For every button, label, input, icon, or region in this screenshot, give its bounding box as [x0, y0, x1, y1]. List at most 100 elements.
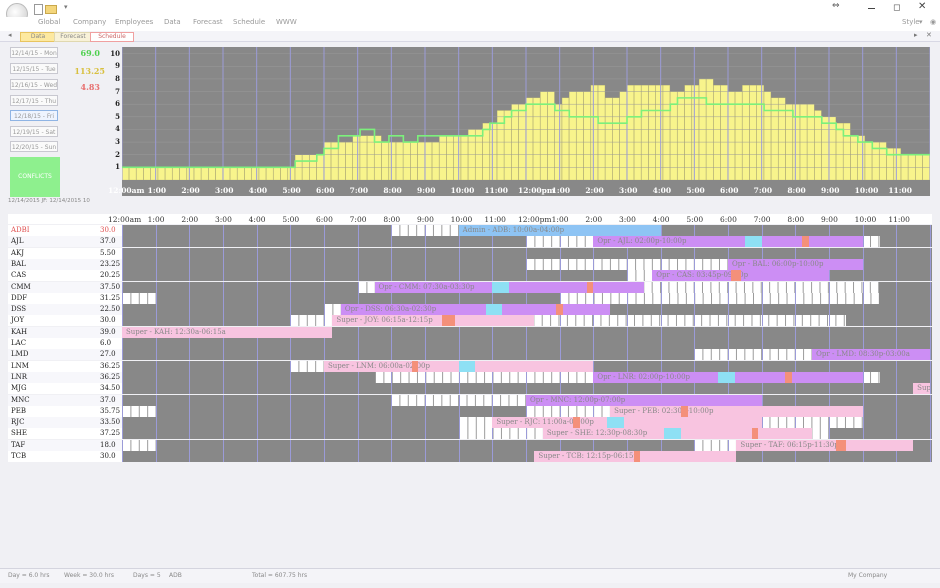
employee-name[interactable]: CMM — [11, 282, 31, 293]
availability-cells[interactable] — [559, 292, 880, 304]
close-icon[interactable]: ✕ — [918, 1, 926, 12]
schedule-timeline[interactable]: Opr - LNR: 02:00p-10:00p — [122, 371, 932, 383]
lunch-block[interactable] — [573, 417, 580, 429]
schedule-row[interactable]: ADBI 30.0 Admin - ADB: 10:00a-04:00p — [8, 225, 932, 236]
employee-name[interactable]: SHE — [11, 428, 27, 439]
employee-name[interactable]: LMD — [11, 349, 28, 360]
tab-schedule[interactable]: Schedule — [90, 32, 134, 42]
employee-name[interactable]: BAL — [11, 259, 26, 270]
schedule-row[interactable]: LAC 6.0 — [8, 338, 932, 349]
schedule-row[interactable]: TCB 30.0 Super - TCB: 12:15p-06:15p — [8, 451, 932, 462]
schedule-row[interactable]: LMD 27.0 Opr - LMD: 08:30p-03:00a — [8, 349, 932, 361]
employee-name[interactable]: TCB — [11, 451, 26, 462]
tab-data[interactable]: Data — [20, 32, 56, 42]
employee-name[interactable]: MJG — [11, 383, 27, 394]
day-button-thu[interactable]: 12/17/15 - Thu — [10, 95, 58, 106]
schedule-row[interactable]: AKJ 5.50 — [8, 247, 932, 259]
menu-schedule[interactable]: Schedule — [233, 18, 265, 26]
break-block[interactable] — [492, 281, 510, 293]
schedule-row[interactable]: TAF 18.0 Super - TAF: 06:15p-11:30p — [8, 439, 932, 451]
schedule-row[interactable]: MJG34.50Super — [8, 383, 932, 395]
lunch-block[interactable] — [411, 360, 419, 372]
schedule-timeline[interactable]: Super - PEB: 02:30p-10:00p — [122, 405, 932, 417]
day-button-fri[interactable]: 12/18/15 - Fri — [10, 110, 58, 121]
schedule-timeline[interactable]: Opr - AJL: 02:00p-10:00p — [122, 236, 932, 248]
schedule-timeline[interactable]: Opr - DSS: 06:30a-02:30p — [122, 304, 932, 316]
menu-global[interactable]: Global — [38, 18, 60, 26]
shift-bar[interactable]: Super - KAH: 12:30a-06:15a — [122, 326, 333, 338]
tab-scroll-left-icon[interactable]: ◂ — [8, 31, 12, 39]
tab-close-icon[interactable]: ✕ — [926, 31, 932, 39]
employee-name[interactable]: MNC — [11, 395, 30, 406]
schedule-timeline[interactable]: Super — [122, 383, 932, 395]
menu-www[interactable]: WWW — [276, 18, 297, 26]
schedule-timeline[interactable]: Super - TCB: 12:15p-06:15p — [122, 451, 932, 462]
schedule-timeline[interactable] — [122, 292, 932, 304]
employee-name[interactable]: LNR — [11, 372, 27, 383]
schedule-timeline[interactable]: Super - RJC: 11:00a-07:00p — [122, 417, 932, 429]
shift-bar[interactable]: Super - JOY: 06:15a-12:15p — [332, 315, 535, 327]
schedule-timeline[interactable]: Opr - MNC: 12:00p-07:00p — [122, 394, 932, 406]
lunch-block[interactable] — [835, 439, 846, 451]
schedule-row[interactable]: SHE 37.25 Super - SHE: 12:30p-08:30p — [8, 428, 932, 440]
shift-bar[interactable]: Super - PEB: 02:30p-10:00p — [610, 405, 863, 417]
schedule-row[interactable]: DSS 22.50 Opr - DSS: 06:30a-02:30p — [8, 304, 932, 316]
employee-name[interactable]: LAC — [11, 338, 26, 349]
lunch-block[interactable] — [802, 236, 809, 248]
schedule-timeline[interactable]: Opr - CMM: 07:30a-03:30p — [122, 281, 932, 293]
maximize-icon[interactable]: ◻ — [893, 3, 900, 13]
schedule-row[interactable]: CAS 20.25 Opr - CAS: 03:45p-09:00p — [8, 270, 932, 282]
schedule-row[interactable]: LNM 36.25 Super - LNM: 06:00a-02:00p — [8, 360, 932, 372]
employee-name[interactable]: ADBI — [11, 225, 30, 236]
break-block[interactable] — [664, 428, 681, 440]
schedule-timeline[interactable]: Admin - ADB: 10:00a-04:00p — [122, 225, 932, 236]
day-button-mon[interactable]: 12/14/15 - Mon — [10, 47, 58, 58]
minimize-icon[interactable] — [868, 8, 875, 9]
employee-name[interactable]: PEB — [11, 406, 26, 417]
tab-forecast[interactable]: Forecast — [54, 32, 92, 42]
schedule-row[interactable]: JOY 30.0 Super - JOY: 06:15a-12:15p — [8, 315, 932, 327]
employee-name[interactable]: DSS — [11, 304, 26, 315]
lunch-block[interactable] — [586, 281, 594, 293]
schedule-row[interactable]: LNR 36.25 Opr - LNR: 02:00p-10:00p — [8, 371, 932, 383]
employee-name[interactable]: TAF — [11, 440, 25, 451]
schedule-timeline[interactable]: Super - TAF: 06:15p-11:30p — [122, 439, 932, 451]
shift-bar[interactable]: Super - RJC: 11:00a-07:00p — [492, 417, 762, 429]
shift-bar[interactable]: Opr - LMD: 08:30p-03:00a — [812, 349, 930, 361]
availability-cells[interactable] — [122, 439, 156, 451]
schedule-timeline[interactable]: Opr - BAL: 06:00p-10:00p — [122, 258, 932, 270]
break-block[interactable] — [744, 236, 762, 248]
menu-forecast[interactable]: Forecast — [193, 18, 223, 26]
day-button-sat[interactable]: 12/19/15 - Sat — [10, 126, 58, 137]
schedule-timeline[interactable] — [122, 247, 932, 259]
schedule-row[interactable]: RJC 33.50 Super - RJC: 11:00a-07:00p — [8, 417, 932, 429]
style-dropdown-icon[interactable]: ▾ — [919, 18, 923, 26]
conflicts-button[interactable]: CONFLICTS — [10, 157, 60, 197]
schedule-timeline[interactable]: Super - LNM: 06:00a-02:00p — [122, 360, 932, 372]
day-button-sun[interactable]: 12/20/15 - Sun — [10, 141, 58, 152]
help-icon[interactable]: ◉ — [930, 18, 936, 26]
schedule-timeline[interactable]: Opr - CAS: 03:45p-09:00p — [122, 270, 932, 282]
availability-cells[interactable] — [122, 292, 156, 304]
employee-name[interactable]: DDF — [11, 293, 27, 304]
open-folder-icon[interactable] — [45, 5, 57, 14]
menu-company[interactable]: Company — [73, 18, 106, 26]
menu-employees[interactable]: Employees — [115, 18, 153, 26]
lunch-block[interactable] — [751, 428, 759, 440]
schedule-timeline[interactable]: Super - SHE: 12:30p-08:30p — [122, 428, 932, 440]
schedule-row[interactable]: PEB 35.75 Super - PEB: 02:30p-10:00p — [8, 405, 932, 417]
shift-bar[interactable]: Admin - ADB: 10:00a-04:00p — [458, 225, 661, 236]
shift-bar[interactable]: Opr - AJL: 02:00p-10:00p — [593, 236, 863, 248]
break-block[interactable] — [717, 371, 735, 383]
schedule-timeline[interactable]: Opr - LMD: 08:30p-03:00a — [122, 349, 932, 361]
shift-bar[interactable]: Super — [913, 383, 930, 395]
style-menu[interactable]: Style — [902, 18, 920, 26]
menu-data[interactable]: Data — [164, 18, 181, 26]
day-button-wed[interactable]: 12/16/15 - Wed — [10, 79, 58, 90]
employee-name[interactable]: CAS — [11, 270, 26, 281]
schedule-timeline[interactable]: Super - KAH: 12:30a-06:15a — [122, 326, 932, 338]
quick-access-dropdown-icon[interactable]: ▾ — [64, 3, 68, 11]
shift-bar[interactable]: Opr - MNC: 12:00p-07:00p — [526, 394, 762, 406]
employee-name[interactable]: JOY — [11, 315, 24, 326]
tab-scroll-right-icon[interactable]: ▸ — [914, 31, 918, 39]
